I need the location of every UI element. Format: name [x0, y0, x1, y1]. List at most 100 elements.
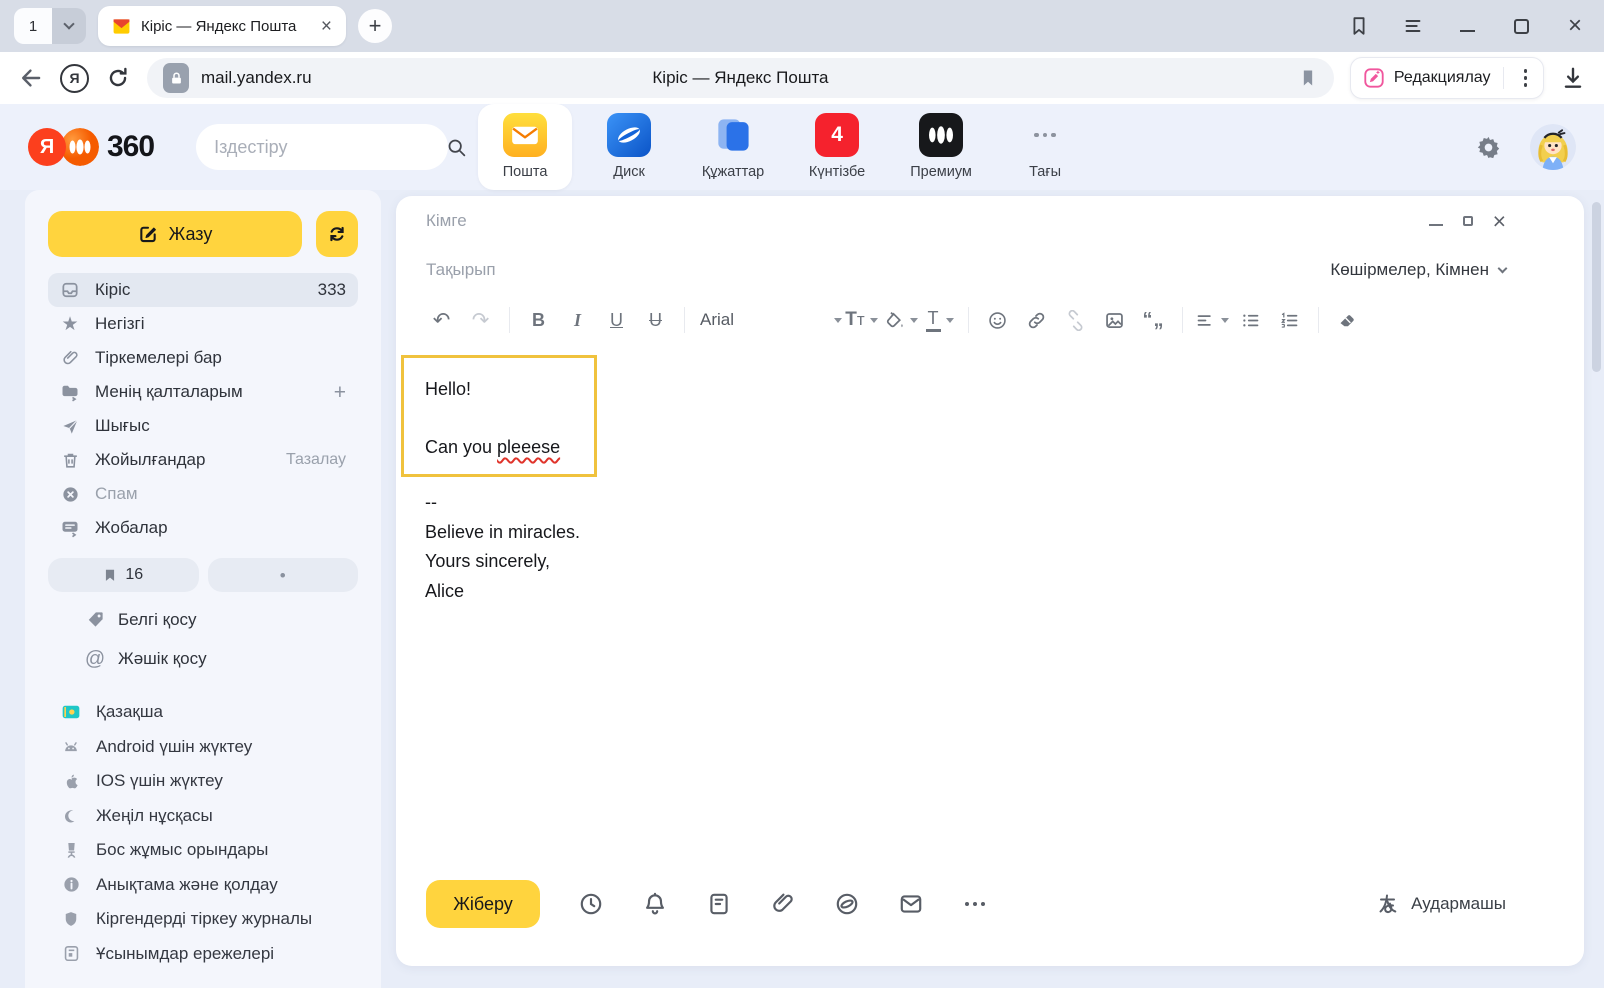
italic-button[interactable]: I: [558, 302, 597, 338]
compose-button[interactable]: Жазу: [48, 211, 302, 257]
back-button[interactable]: [18, 65, 44, 91]
fill-color-icon: [884, 310, 905, 331]
service-calendar[interactable]: 4 Күнтізбе: [790, 104, 884, 190]
sidebar-item-with-attachments[interactable]: Тіркемелері бар: [48, 341, 358, 375]
sidebar-item-sent[interactable]: Шығыс: [48, 409, 358, 443]
service-premium[interactable]: Премиум: [894, 104, 988, 190]
template-button[interactable]: [705, 891, 732, 918]
tab-close-icon[interactable]: ×: [317, 17, 336, 36]
edit-more-menu[interactable]: [1516, 69, 1536, 87]
note-icon: [706, 891, 732, 917]
side-panel-button[interactable]: [1344, 11, 1374, 41]
schedule-send-button[interactable]: [577, 891, 604, 918]
compose-restore-button[interactable]: [1463, 216, 1473, 226]
window-maximize-button[interactable]: [1506, 11, 1536, 41]
sidebar-item-trash[interactable]: Жойылғандар Тазалау: [48, 443, 358, 477]
compose-minimize-button[interactable]: [1429, 224, 1443, 226]
vacancies-item[interactable]: Бос жұмыс орындары: [61, 833, 381, 868]
underline-button[interactable]: U: [597, 302, 636, 338]
help-support-item[interactable]: Анықтама және қолдау: [61, 868, 381, 903]
highlight-color-button[interactable]: [881, 302, 920, 338]
sidebar-item-important[interactable]: ★ Негізгі: [48, 307, 358, 341]
folder-list: Кіріс 333 ★ Негізгі Тіркемелері бар Мені…: [25, 273, 381, 545]
bullet-list-button[interactable]: [1231, 302, 1270, 338]
avatar-image: [1530, 124, 1576, 170]
calendar-badge: 4: [831, 123, 843, 147]
font-size-select[interactable]: Tт: [842, 302, 881, 338]
undo-button[interactable]: ↶: [422, 302, 461, 338]
redo-button[interactable]: ↷: [461, 302, 500, 338]
text-color-button[interactable]: T: [920, 302, 959, 338]
tab-group-control[interactable]: 1: [14, 8, 86, 44]
clear-trash-button[interactable]: Тазалау: [286, 451, 346, 469]
page-scrollbar-thumb[interactable]: [1592, 202, 1601, 372]
send-button[interactable]: Жіберу: [426, 880, 540, 928]
language-item[interactable]: Қазақша: [61, 695, 381, 730]
reload-button[interactable]: [105, 65, 131, 91]
font-family-select[interactable]: Arial: [694, 302, 842, 338]
reminder-button[interactable]: [641, 891, 668, 918]
url-field[interactable]: mail.yandex.ru Кіріс — Яндекс Пошта: [147, 58, 1334, 98]
light-version-item[interactable]: Жеңіл нұсқасы: [61, 799, 381, 834]
new-tab-button[interactable]: +: [358, 9, 392, 43]
user-avatar[interactable]: [1530, 124, 1576, 170]
more-options-button[interactable]: [961, 891, 988, 918]
add-folder-button[interactable]: +: [334, 382, 346, 403]
browser-tab[interactable]: Кіріс — Яндекс Пошта ×: [98, 6, 346, 46]
insert-link-button[interactable]: [1017, 302, 1056, 338]
subject-field[interactable]: [426, 260, 1330, 280]
to-field[interactable]: [426, 211, 1429, 231]
translator-toggle[interactable]: Аудармашы: [1376, 892, 1506, 916]
refresh-button[interactable]: [316, 211, 358, 257]
sidebar-item-spam[interactable]: Спам: [48, 477, 358, 511]
add-label-item[interactable]: Белгі қосу: [85, 600, 381, 639]
emoji-button[interactable]: [978, 302, 1017, 338]
strikethrough-button[interactable]: U: [636, 302, 675, 338]
downloads-button[interactable]: [1560, 65, 1586, 91]
browser-menu-button[interactable]: [1398, 11, 1428, 41]
brand-360-text: 360: [107, 130, 154, 164]
recommendation-rules-item[interactable]: Ұсынымдар ережелері: [61, 937, 381, 972]
window-minimize-button[interactable]: [1452, 11, 1482, 41]
attach-from-mail-button[interactable]: [897, 891, 924, 918]
divider: [1182, 307, 1183, 333]
service-more[interactable]: Тағы: [998, 104, 1092, 190]
message-body[interactable]: Hello! Can you pleeese -- Believe in mir…: [396, 346, 1584, 880]
attach-from-disk-button[interactable]: [833, 891, 860, 918]
add-mailbox-item[interactable]: @ Жәшік қосу: [85, 639, 381, 678]
yandex-browser-button[interactable]: Я: [60, 64, 89, 93]
window-close-button[interactable]: ×: [1560, 11, 1590, 41]
android-download-item[interactable]: Android үшін жүктеу: [61, 730, 381, 765]
compose-close-button[interactable]: ×: [1493, 210, 1506, 233]
remove-link-button[interactable]: [1056, 302, 1095, 338]
sidebar-item-inbox[interactable]: Кіріс 333: [48, 273, 358, 307]
dot-pill[interactable]: •: [208, 558, 359, 592]
bold-button[interactable]: B: [519, 302, 558, 338]
login-journal-item[interactable]: Кіргендерді тіркеу журналы: [61, 902, 381, 937]
settings-gear-icon[interactable]: [1475, 134, 1502, 161]
yandex-360-logo[interactable]: Я 360: [28, 128, 154, 166]
quote-button[interactable]: “„: [1134, 302, 1173, 338]
ssl-lock-icon[interactable]: [163, 63, 189, 93]
cc-from-toggle[interactable]: Көшірмелер, Кімнен: [1330, 260, 1506, 280]
ios-download-item[interactable]: IOS үшін жүктеу: [61, 764, 381, 799]
bookmarks-pill[interactable]: 16: [48, 558, 199, 592]
divider: [684, 307, 685, 333]
edit-mode-button[interactable]: Редакциялау: [1350, 57, 1544, 99]
search-input[interactable]: [214, 137, 446, 158]
service-docs[interactable]: Құжаттар: [686, 104, 780, 190]
service-mail[interactable]: Пошта: [478, 104, 572, 190]
search-icon[interactable]: [446, 137, 467, 158]
align-button[interactable]: [1192, 302, 1231, 338]
sidebar-item-drafts[interactable]: Жобалар: [48, 511, 358, 545]
service-disk[interactable]: Диск: [582, 104, 676, 190]
tab-group-badge[interactable]: 1: [14, 8, 52, 44]
attach-file-button[interactable]: [769, 891, 796, 918]
insert-image-button[interactable]: [1095, 302, 1134, 338]
numbered-list-button[interactable]: [1270, 302, 1309, 338]
clear-formatting-button[interactable]: [1328, 302, 1367, 338]
bookmark-icon[interactable]: [1298, 67, 1318, 89]
sidebar-item-my-folders[interactable]: Менің қалталарым +: [48, 375, 358, 409]
tab-group-chevron-button[interactable]: [52, 8, 86, 44]
search-box[interactable]: [196, 124, 448, 170]
